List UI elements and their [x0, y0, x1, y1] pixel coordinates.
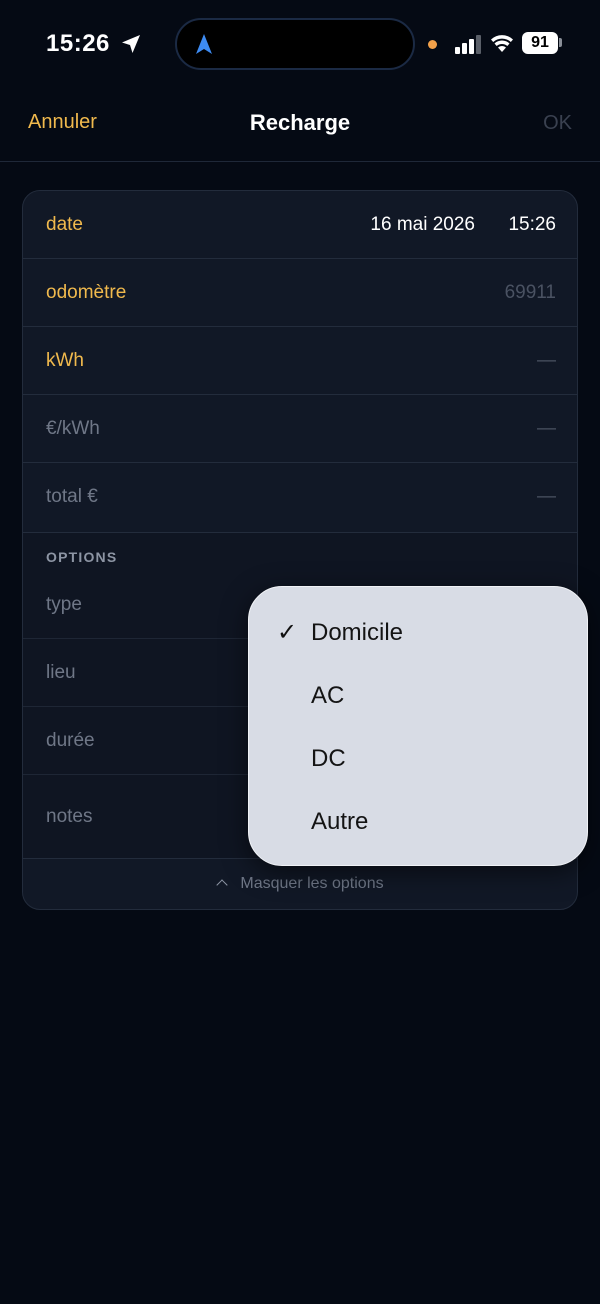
- menu-item-label: DC: [311, 745, 346, 772]
- hide-options-button[interactable]: Masquer les options: [23, 859, 577, 909]
- navigation-arrow-icon: [196, 34, 212, 54]
- menu-item-label: AC: [311, 682, 345, 709]
- status-time: 15:26: [46, 30, 110, 57]
- menu-item-domicile[interactable]: ✓ Domicile: [249, 601, 589, 664]
- duration-label: durée: [46, 730, 95, 751]
- dynamic-island[interactable]: [175, 18, 415, 70]
- menu-item-autre[interactable]: Autre: [249, 790, 589, 853]
- date-label: date: [46, 214, 83, 235]
- price-per-kwh-row[interactable]: €/kWh —: [23, 395, 577, 463]
- chevron-up-icon: [216, 879, 229, 891]
- menu-item-label: Autre: [311, 808, 369, 835]
- page-title: Recharge: [249, 110, 351, 135]
- menu-item-label: Domicile: [311, 619, 404, 646]
- checkmark-icon: ✓: [277, 619, 298, 646]
- nav-header: Annuler Recharge OK: [0, 92, 600, 162]
- hide-options-label: Masquer les options: [240, 875, 384, 892]
- privacy-indicator-dot: [428, 40, 437, 49]
- price-per-kwh-label: €/kWh: [46, 418, 100, 439]
- date-row[interactable]: date 16 mai 2026 15:26: [23, 191, 577, 259]
- notes-label: notes: [46, 806, 93, 827]
- location-label: lieu: [46, 662, 76, 683]
- total-label: total €: [46, 486, 98, 507]
- ok-button[interactable]: OK: [543, 112, 572, 135]
- odometer-row[interactable]: odomètre 69911: [23, 259, 577, 327]
- price-per-kwh-input[interactable]: —: [537, 395, 556, 463]
- status-bar: 15:26 91: [0, 0, 600, 92]
- wifi-icon: [491, 35, 513, 52]
- kwh-label: kWh: [46, 350, 84, 371]
- location-arrow-icon: [122, 35, 140, 53]
- total-row[interactable]: total € —: [23, 463, 577, 533]
- kwh-input[interactable]: —: [537, 327, 556, 395]
- odometer-input[interactable]: 69911: [505, 259, 556, 327]
- date-day-picker[interactable]: 16 mai 2026: [370, 191, 475, 259]
- cellular-signal-icon: [455, 34, 483, 54]
- menu-item-ac[interactable]: AC: [249, 664, 589, 727]
- battery-level: 91: [531, 34, 549, 51]
- date-time-picker[interactable]: 15:26: [508, 191, 556, 259]
- kwh-row[interactable]: kWh —: [23, 327, 577, 395]
- options-header: OPTIONS: [46, 549, 118, 565]
- menu-item-dc[interactable]: DC: [249, 727, 589, 790]
- type-label: type: [46, 594, 82, 615]
- type-dropdown-menu: ✓ Domicile AC DC Autre: [248, 586, 588, 866]
- battery-icon: 91: [522, 32, 558, 54]
- odometer-label: odomètre: [46, 282, 127, 303]
- battery-cap: [559, 38, 562, 47]
- total-input[interactable]: —: [537, 463, 556, 531]
